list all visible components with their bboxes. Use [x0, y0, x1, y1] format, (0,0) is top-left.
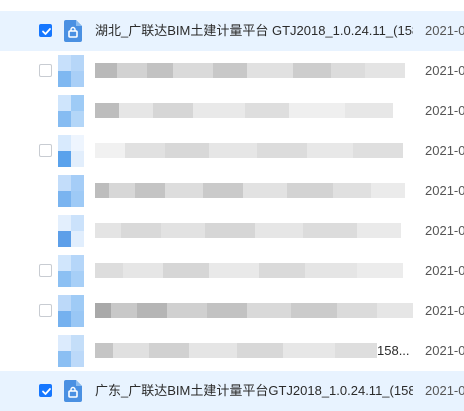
file-list: 湖北_广联达BIM土建计量平台 GTJ2018_1.0.24.11_(158..… — [0, 0, 464, 411]
file-name-blurred — [95, 63, 405, 78]
row-checkbox[interactable] — [39, 304, 52, 317]
file-date: 2021-0 — [425, 183, 464, 198]
document-icon — [58, 55, 84, 87]
file-row[interactable]: 2021-0 — [0, 131, 464, 171]
file-name-blurred — [95, 263, 403, 278]
document-icon — [58, 295, 84, 327]
file-row[interactable]: 湖北_广联达BIM土建计量平台 GTJ2018_1.0.24.11_(158..… — [0, 11, 464, 51]
document-icon — [64, 380, 82, 402]
row-checkbox[interactable] — [39, 64, 52, 77]
document-icon — [58, 215, 84, 247]
file-row[interactable]: 158... 2021-0 — [0, 331, 464, 371]
file-date: 2021-0 — [425, 343, 464, 358]
document-icon — [58, 255, 84, 287]
file-name-blurred — [95, 143, 403, 158]
row-checkbox[interactable] — [39, 144, 52, 157]
file-row[interactable]: 2021-0 — [0, 291, 464, 331]
file-name-blurred — [95, 183, 405, 198]
document-icon — [58, 135, 84, 167]
document-icon — [58, 95, 84, 127]
checkmark-icon — [42, 388, 51, 395]
row-checkbox[interactable] — [39, 264, 52, 277]
file-date: 2021-0 — [425, 23, 464, 38]
file-name: 158... — [377, 343, 410, 358]
file-name: 广东_广联达BIM土建计量平台GTJ2018_1.0.24.11_(1582..… — [95, 383, 413, 398]
file-row[interactable]: 2021-0 — [0, 211, 464, 251]
file-name-blurred — [95, 223, 401, 238]
row-checkbox[interactable] — [39, 384, 52, 397]
document-icon — [58, 175, 84, 207]
checkmark-icon — [42, 28, 51, 35]
document-icon — [64, 20, 82, 42]
file-date: 2021-0 — [425, 63, 464, 78]
file-row[interactable]: 2021-0 — [0, 171, 464, 211]
file-name: 湖北_广联达BIM土建计量平台 GTJ2018_1.0.24.11_(158..… — [95, 23, 413, 38]
file-name-blurred — [95, 343, 377, 358]
file-date: 2021-0 — [425, 223, 464, 238]
file-name-blurred — [95, 103, 393, 118]
document-icon — [58, 335, 84, 367]
file-date: 2021-0 — [425, 383, 464, 398]
file-name-blurred — [95, 303, 413, 318]
file-date: 2021-0 — [425, 143, 464, 158]
file-row[interactable]: 2021-0 — [0, 91, 464, 131]
file-row[interactable]: 广东_广联达BIM土建计量平台GTJ2018_1.0.24.11_(1582..… — [0, 371, 464, 411]
file-date: 2021-0 — [425, 303, 464, 318]
file-row[interactable]: 2021-0 — [0, 51, 464, 91]
row-checkbox[interactable] — [39, 24, 52, 37]
file-row[interactable]: 2021-0 — [0, 251, 464, 291]
file-date: 2021-0 — [425, 103, 464, 118]
file-date: 2021-0 — [425, 263, 464, 278]
